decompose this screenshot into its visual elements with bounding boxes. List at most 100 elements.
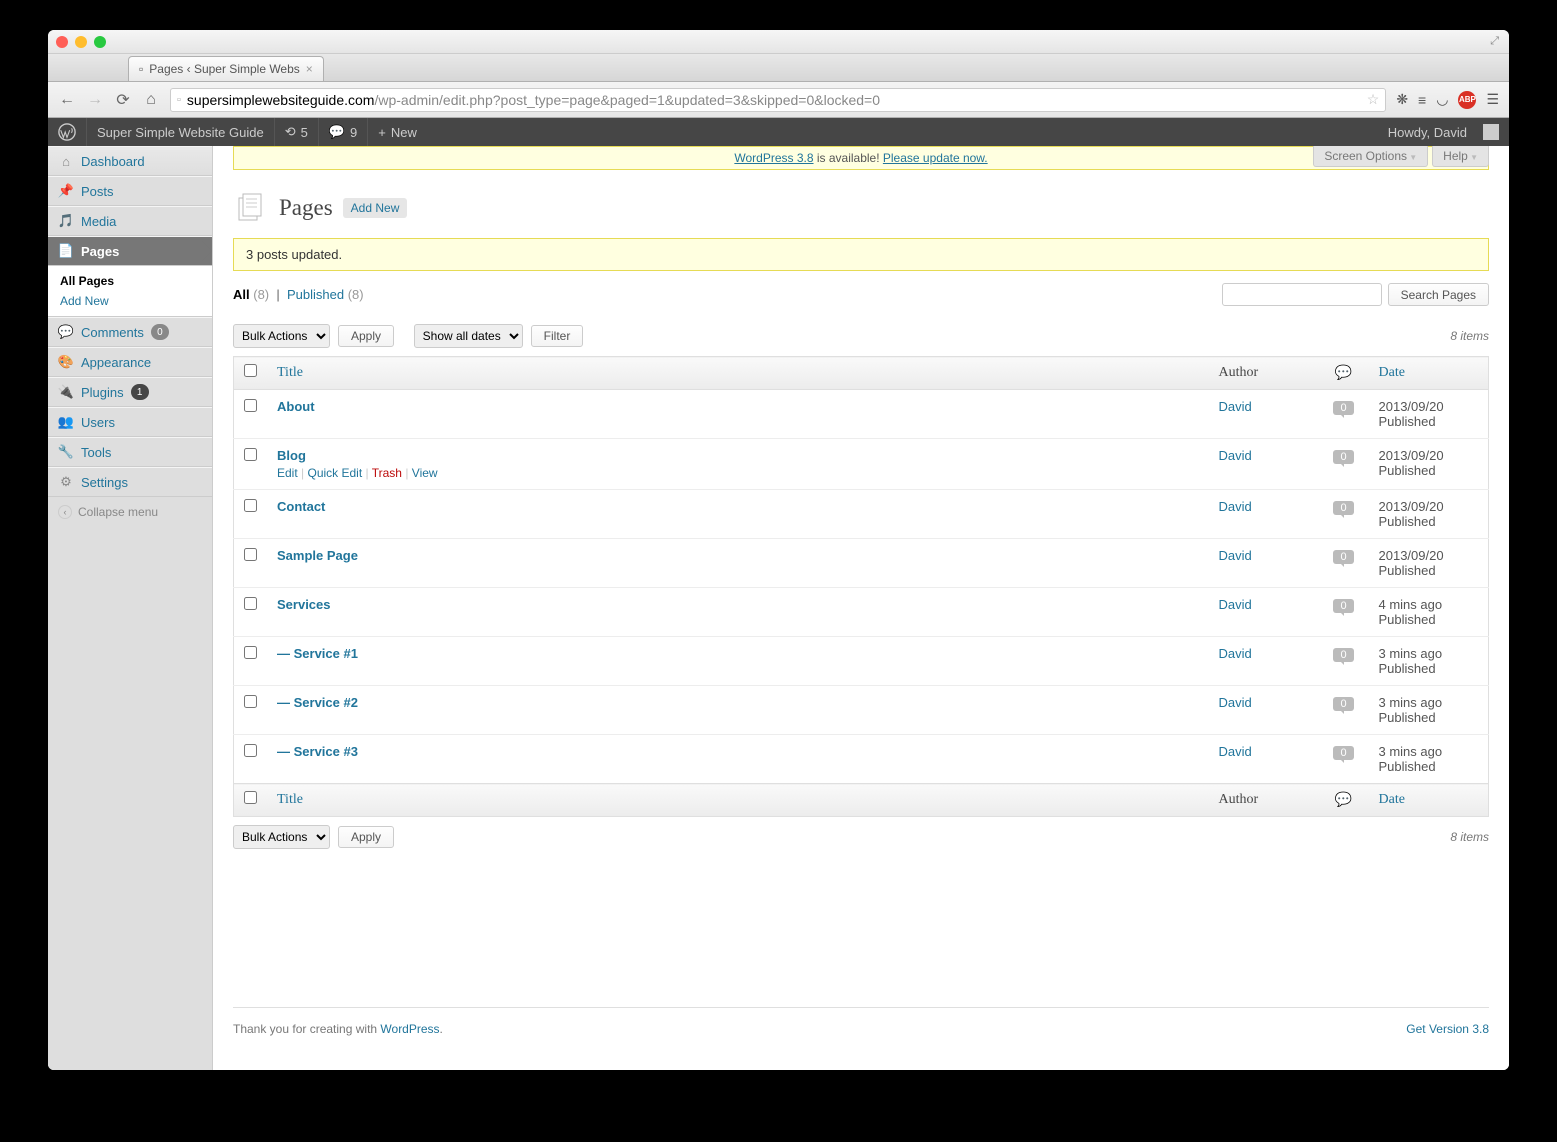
row-checkbox[interactable] (244, 399, 257, 412)
update-now-link[interactable]: Please update now. (883, 151, 988, 165)
browser-menu-icon[interactable]: ☰ (1486, 91, 1499, 108)
comment-count-badge[interactable]: 0 (1333, 599, 1353, 613)
search-pages-button[interactable]: Search Pages (1388, 283, 1489, 306)
collapse-menu-button[interactable]: ‹ Collapse menu (48, 497, 212, 527)
browser-tab[interactable]: ▫ Pages ‹ Super Simple Webs × (128, 56, 324, 81)
author-link[interactable]: David (1219, 695, 1252, 710)
search-input[interactable] (1222, 283, 1382, 306)
col-date[interactable]: Date (1369, 357, 1489, 390)
comment-count-badge[interactable]: 0 (1333, 648, 1353, 662)
sidebar-item-comments[interactable]: 💬Comments0 (48, 318, 212, 346)
page-title-link[interactable]: — Service #1 (277, 646, 358, 661)
page-title-link[interactable]: Contact (277, 499, 325, 514)
author-link[interactable]: David (1219, 597, 1252, 612)
wp-version-link[interactable]: WordPress 3.8 (734, 151, 813, 165)
pocket-icon[interactable]: ◡ (1436, 91, 1448, 108)
reload-button[interactable]: ⟳ (114, 91, 132, 109)
sidebar-item-appearance[interactable]: 🎨Appearance (48, 348, 212, 376)
date-filter-select[interactable]: Show all dates (414, 324, 523, 348)
sidebar-item-users[interactable]: 👥Users (48, 408, 212, 436)
comment-count-badge[interactable]: 0 (1333, 401, 1353, 415)
comment-count-badge[interactable]: 0 (1333, 550, 1353, 564)
page-title-link[interactable]: Services (277, 597, 331, 612)
home-button[interactable]: ⌂ (142, 91, 160, 109)
author-link[interactable]: David (1219, 399, 1252, 414)
trash-link[interactable]: Trash (372, 466, 402, 480)
row-checkbox[interactable] (244, 448, 257, 461)
select-all-checkbox-foot[interactable] (244, 791, 257, 804)
sidebar-item-plugins[interactable]: 🔌Plugins1 (48, 378, 212, 406)
apply-bulk-button[interactable]: Apply (338, 325, 394, 347)
site-name-link[interactable]: Super Simple Website Guide (87, 118, 274, 146)
updates-link[interactable]: ⟲5 (275, 118, 318, 146)
sidebar-item-settings[interactable]: ⚙Settings (48, 468, 212, 496)
view-link[interactable]: View (412, 466, 438, 480)
page-title-link[interactable]: — Service #3 (277, 744, 358, 759)
row-checkbox[interactable] (244, 744, 257, 757)
col-title[interactable]: Title (267, 357, 1209, 390)
row-checkbox[interactable] (244, 646, 257, 659)
sidebar-item-media[interactable]: 🎵Media (48, 207, 212, 235)
author-link[interactable]: David (1219, 744, 1252, 759)
row-checkbox[interactable] (244, 695, 257, 708)
address-bar[interactable]: ▫ supersimplewebsiteguide.com/wp-admin/e… (170, 88, 1386, 112)
author-link[interactable]: David (1219, 548, 1252, 563)
page-title-link[interactable]: — Service #2 (277, 695, 358, 710)
page-title-link[interactable]: About (277, 399, 315, 414)
close-tab-icon[interactable]: × (306, 62, 313, 76)
comment-count-badge[interactable]: 0 (1333, 450, 1353, 464)
submenu-all-pages[interactable]: All Pages (48, 271, 212, 291)
edit-link[interactable]: Edit (277, 466, 298, 480)
buffer-icon[interactable]: ≡ (1418, 92, 1426, 108)
col-date-foot[interactable]: Date (1369, 784, 1489, 817)
submenu-add-new[interactable]: Add New (48, 291, 212, 311)
comment-count-badge[interactable]: 0 (1333, 501, 1353, 515)
filter-button[interactable]: Filter (531, 325, 584, 347)
bulk-actions-select[interactable]: Bulk Actions (233, 324, 330, 348)
help-button[interactable]: Help (1432, 146, 1489, 167)
evernote-icon[interactable]: ❋ (1396, 91, 1408, 108)
comment-count-badge[interactable]: 0 (1333, 746, 1353, 760)
col-comments[interactable]: 💬 (1319, 357, 1369, 390)
row-checkbox[interactable] (244, 597, 257, 610)
col-author[interactable]: Author (1209, 357, 1319, 390)
add-new-button[interactable]: Add New (343, 198, 408, 218)
get-version-link[interactable]: Get Version 3.8 (1406, 1022, 1489, 1036)
sidebar-item-pages[interactable]: 📄Pages (48, 237, 212, 265)
page-title-link[interactable]: Blog (277, 448, 306, 463)
adblock-icon[interactable]: ABP (1458, 91, 1476, 109)
screen-options-button[interactable]: Screen Options (1313, 146, 1428, 167)
my-account-link[interactable]: Howdy, David (1378, 118, 1477, 146)
comments-link[interactable]: 💬9 (319, 118, 367, 146)
window-close-button[interactable] (56, 36, 68, 48)
row-checkbox[interactable] (244, 548, 257, 561)
col-title-foot[interactable]: Title (267, 784, 1209, 817)
quick-edit-link[interactable]: Quick Edit (307, 466, 362, 480)
avatar[interactable] (1483, 124, 1499, 140)
col-comments-foot[interactable]: 💬 (1319, 784, 1369, 817)
author-link[interactable]: David (1219, 646, 1252, 661)
back-button[interactable]: ← (58, 91, 76, 109)
author-link[interactable]: David (1219, 448, 1252, 463)
apply-bulk-button-bottom[interactable]: Apply (338, 826, 394, 848)
page-title-link[interactable]: Sample Page (277, 548, 358, 563)
row-checkbox[interactable] (244, 499, 257, 512)
col-author-foot[interactable]: Author (1209, 784, 1319, 817)
fullscreen-icon[interactable]: ⤢ (1490, 35, 1499, 48)
bookmark-star-icon[interactable]: ☆ (1367, 91, 1380, 108)
forward-button[interactable]: → (86, 91, 104, 109)
sidebar-item-tools[interactable]: 🔧Tools (48, 438, 212, 466)
select-all-checkbox[interactable] (244, 364, 257, 377)
wordpress-link[interactable]: WordPress (380, 1022, 439, 1036)
author-link[interactable]: David (1219, 499, 1252, 514)
comment-count-badge[interactable]: 0 (1333, 697, 1353, 711)
sidebar-item-posts[interactable]: 📌Posts (48, 177, 212, 205)
filter-all[interactable]: All (233, 287, 250, 302)
wordpress-logo-icon[interactable] (48, 123, 86, 141)
window-maximize-button[interactable] (94, 36, 106, 48)
filter-published[interactable]: Published (287, 287, 344, 302)
window-minimize-button[interactable] (75, 36, 87, 48)
new-content-link[interactable]: +New (368, 118, 427, 146)
bulk-actions-select-bottom[interactable]: Bulk Actions (233, 825, 330, 849)
sidebar-item-dashboard[interactable]: ⌂Dashboard (48, 147, 212, 175)
